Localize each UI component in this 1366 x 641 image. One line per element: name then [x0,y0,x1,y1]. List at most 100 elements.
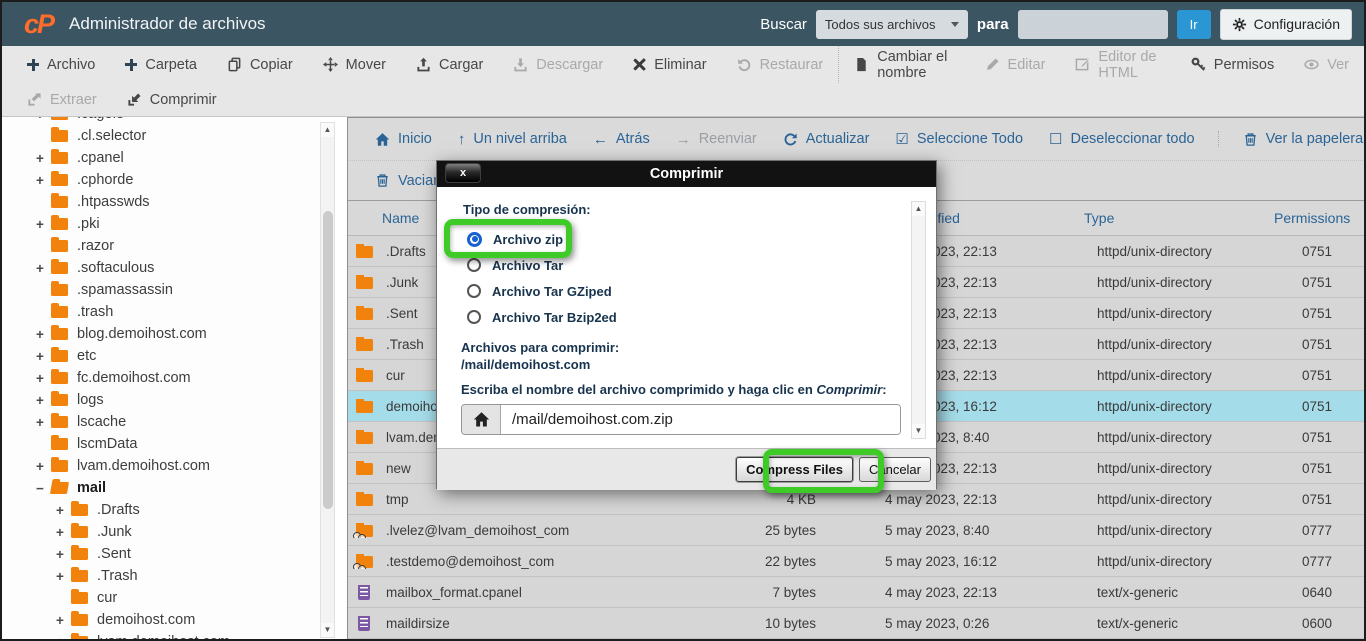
search-scope-select[interactable]: Todos sus archivos [816,10,968,39]
radio-option[interactable]: Archivo Tar Bzip2ed [461,304,912,330]
new-folder-button[interactable]: Carpeta [110,46,212,83]
tree-expander[interactable]: + [56,547,71,562]
scroll-up-arrow[interactable]: ▲ [321,123,334,137]
radio-icon[interactable] [467,258,481,272]
tree-item[interactable]: lscmData [2,433,320,455]
view-button[interactable]: Ver [1289,46,1364,83]
tree-item[interactable]: − mail [2,477,320,499]
tree-item[interactable]: + fc.demoihost.com [2,367,320,389]
tree-item[interactable]: .spamassassin [2,279,320,301]
home-button[interactable]: Inicio [362,131,445,147]
tree-expander[interactable]: + [36,117,51,122]
tree-item[interactable]: + .cagefs [2,117,320,125]
radio-icon[interactable] [467,284,481,298]
tree-item[interactable]: + .Trash [2,565,320,587]
tree-item[interactable]: + blog.demoihost.com [2,323,320,345]
column-header-permissions[interactable]: Permissions [1266,210,1366,226]
tree-item-label: lscmData [77,436,137,452]
view-trash-button[interactable]: Ver la papelera [1218,131,1366,147]
new-file-button[interactable]: Archivo [12,46,110,83]
table-row[interactable]: .lvelez@lvam_demoihost_com 25 bytes 5 ma… [348,515,1366,546]
restore-button[interactable]: Restaurar [722,46,839,83]
copy-button[interactable]: Copiar [212,46,308,83]
tree-item[interactable]: + .Sent [2,543,320,565]
tree-expander[interactable]: + [36,327,51,342]
scroll-down-arrow[interactable]: ▼ [912,424,925,438]
tree-expander[interactable]: + [36,415,51,430]
tree-expander[interactable]: + [56,613,71,628]
archive-name-input[interactable] [501,405,900,434]
tree-item[interactable]: .trash [2,301,320,323]
scroll-up-arrow[interactable]: ▲ [912,202,925,216]
tree-item[interactable]: + .cphorde [2,169,320,191]
copy-icon [227,57,242,72]
tree-expander[interactable]: + [56,525,71,540]
radio-option[interactable]: Archivo Tar GZiped [461,278,912,304]
unselect-all-button[interactable]: ☐Deseleccionar todo [1036,130,1208,148]
tree-item[interactable]: .cl.selector [2,125,320,147]
tree-item[interactable]: + .pki [2,213,320,235]
move-button[interactable]: Mover [308,46,401,83]
table-row[interactable]: .testdemo@demoihost_com 22 bytes 5 may 2… [348,546,1366,577]
tree-expander[interactable]: + [56,569,71,584]
search-input[interactable] [1018,10,1168,39]
scrollbar-thumb[interactable] [323,211,333,509]
select-all-button[interactable]: ☑Seleccione Todo [882,130,1036,148]
table-row[interactable]: maildirsize 10 bytes 5 may 2023, 0:26 te… [348,608,1366,639]
back-button[interactable]: ←Atrás [580,131,663,147]
tree-expander[interactable]: + [36,371,51,386]
permissions-button[interactable]: Permisos [1176,46,1289,83]
table-row[interactable]: mailbox_format.cpanel 7 bytes 4 may 2023… [348,577,1366,608]
tree-item[interactable]: + demoihost.com [2,609,320,631]
file-name: new [386,461,411,476]
tree-expander[interactable]: + [36,459,51,474]
search-go-button[interactable]: Ir [1177,10,1211,39]
file-permissions: 0751 [1266,461,1366,476]
tree-item[interactable]: cur [2,587,320,609]
file-type: text/x-generic [1076,585,1266,600]
tree-item[interactable]: + .cpanel [2,147,320,169]
scroll-down-arrow[interactable]: ▼ [321,623,334,637]
tree-expander[interactable]: + [36,393,51,408]
tree-item[interactable]: + etc [2,345,320,367]
toolbar: Archivo Carpeta Copiar Mover Cargar Desc… [2,46,1364,117]
html-editor-button[interactable]: Editor de HTML [1060,46,1175,83]
tree-expander[interactable]: + [56,635,71,641]
rename-button[interactable]: Cambiar el nombre [838,46,969,83]
sidebar-scrollbar[interactable]: ▲ ▼ [320,122,335,638]
tree-item[interactable]: .htpasswds [2,191,320,213]
tree-expander[interactable]: + [36,173,51,188]
tree-item[interactable]: + .Junk [2,521,320,543]
column-header-type[interactable]: Type [1076,210,1266,226]
file-modified: 5 may 2023, 8:40 [828,523,1076,538]
settings-button[interactable]: Configuración [1220,9,1352,40]
radio-icon[interactable] [467,310,481,324]
close-icon[interactable]: x [445,163,481,183]
tree-expander[interactable]: + [36,261,51,276]
upload-button[interactable]: Cargar [401,46,498,83]
download-button[interactable]: Descargar [498,46,618,83]
tree-item-label: .Sent [97,546,131,562]
tree-item[interactable]: + lvam.demoihost.com [2,455,320,477]
tree-item[interactable]: + .Drafts [2,499,320,521]
up-one-level-button[interactable]: ↑Un nivel arriba [445,131,580,147]
tree-expander[interactable]: + [36,151,51,166]
tree-expander[interactable]: + [36,349,51,364]
folder-icon [356,308,373,320]
tree-item[interactable]: + .softaculous [2,257,320,279]
compress-button[interactable]: Comprimir [112,83,232,116]
extract-button[interactable]: Extraer [12,83,112,116]
edit-button[interactable]: Editar [970,46,1061,83]
reload-button[interactable]: Actualizar [770,131,883,147]
delete-button[interactable]: Eliminar [618,46,721,83]
forward-button[interactable]: →Reenviar [663,131,770,147]
tree-expander[interactable]: + [56,503,71,518]
tree-expander[interactable]: − [36,481,51,496]
dialog-scrollbar[interactable]: ▲ ▼ [911,201,926,439]
file-type-icon [356,616,374,630]
tree-item[interactable]: + lvam.demoihost.com [2,631,320,641]
tree-item[interactable]: + lscache [2,411,320,433]
tree-expander[interactable]: + [36,217,51,232]
tree-item[interactable]: + logs [2,389,320,411]
tree-item[interactable]: .razor [2,235,320,257]
